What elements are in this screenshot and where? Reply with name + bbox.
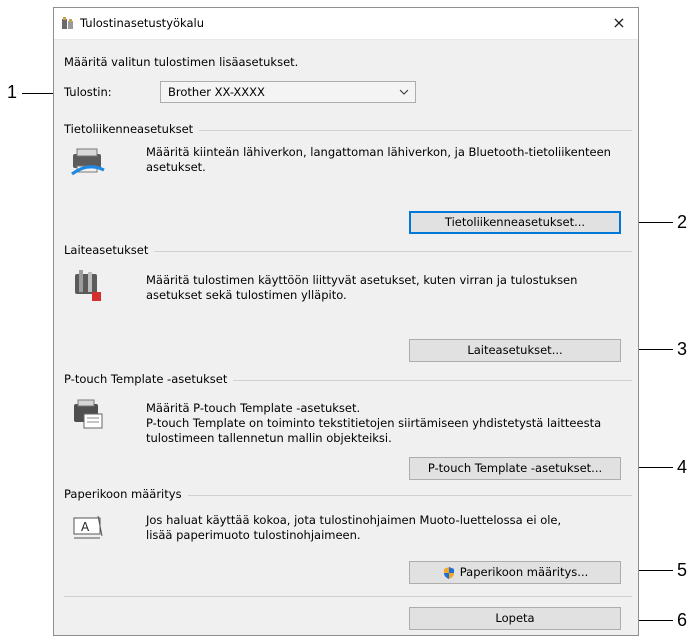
- device-tools-icon: [75, 270, 101, 301]
- paper-desc-line-2: lisää paperimuoto tulostinohjaimeen.: [146, 528, 361, 542]
- printer-settings-window: Tulostinasetustyökalu × Määritä valitun …: [53, 7, 639, 636]
- device-settings-button-label: Laiteasetukset...: [467, 343, 563, 357]
- svg-text:A: A: [81, 520, 90, 534]
- title-bar: Tulostinasetustyökalu ×: [54, 8, 638, 40]
- device-description: Määritä tulostimen käyttöön liittyvät as…: [146, 273, 577, 303]
- printer-select[interactable]: Brother XX-XXXX: [160, 81, 416, 103]
- network-desc-line-2: asetukset.: [146, 160, 206, 174]
- template-settings-button[interactable]: P-touch Template -asetukset...: [409, 457, 621, 480]
- device-desc-line-2: asetukset sekä tulostimen ylläpito.: [146, 288, 347, 302]
- paper-group-title: Paperikoon määritys: [58, 487, 188, 501]
- intro-text: Määritä valitun tulostimen lisäasetukset…: [64, 55, 299, 69]
- template-description: Määritä P-touch Template -asetukset. P-t…: [146, 401, 601, 446]
- network-group-title: Tietoliikenneasetukset: [58, 122, 200, 136]
- device-group-title: Laiteasetukset: [58, 243, 155, 257]
- paper-description: Jos haluat käyttää kokoa, jota tulostino…: [146, 513, 561, 543]
- network-desc-line-1: Määritä kiinteän lähiverkon, langattoman…: [146, 145, 611, 159]
- printer-label: Tulostin:: [64, 85, 112, 99]
- admin-shield-icon: [443, 566, 454, 579]
- network-description: Määritä kiinteän lähiverkon, langattoman…: [146, 145, 611, 175]
- printer-select-value: Brother XX-XXXX: [168, 85, 265, 99]
- template-printer-icon: [74, 399, 103, 429]
- close-button[interactable]: ×: [608, 12, 630, 34]
- paper-size-icon: A: [73, 515, 103, 539]
- template-desc-line-3: tulostimeen tallennetun mallin objekteik…: [146, 431, 392, 445]
- exit-button[interactable]: Lopeta: [409, 607, 621, 630]
- callout-6: 6: [677, 610, 688, 630]
- window-title: Tulostinasetustyökalu: [80, 16, 205, 30]
- template-settings-button-label: P-touch Template -asetukset...: [427, 461, 603, 475]
- paper-desc-line-1: Jos haluat käyttää kokoa, jota tulostino…: [146, 513, 562, 527]
- callout-5: 5: [677, 560, 688, 580]
- template-desc-line-2: P-touch Template on toiminto tekstitieto…: [146, 416, 602, 430]
- network-settings-button-label: Tietoliikenneasetukset...: [444, 215, 586, 229]
- printer-tool-icon: [62, 17, 73, 29]
- paper-size-button[interactable]: Paperikoon määritys...: [409, 561, 621, 584]
- network-printer-icon: [71, 148, 105, 176]
- callout-2: 2: [677, 212, 688, 232]
- device-settings-button[interactable]: Laiteasetukset...: [409, 339, 621, 362]
- exit-button-label: Lopeta: [495, 611, 535, 625]
- template-desc-line-1: Määritä P-touch Template -asetukset.: [146, 401, 361, 415]
- chevron-down-icon: [399, 89, 409, 95]
- network-settings-button[interactable]: Tietoliikenneasetukset...: [409, 211, 621, 234]
- paper-size-button-label: Paperikoon määritys...: [459, 565, 589, 579]
- device-desc-line-1: Määritä tulostimen käyttöön liittyvät as…: [146, 273, 578, 287]
- callout-3: 3: [677, 339, 688, 359]
- callout-4: 4: [677, 457, 688, 477]
- template-group-title: P-touch Template -asetukset: [58, 372, 234, 386]
- callout-1: 1: [7, 82, 18, 102]
- bottom-separator: [64, 596, 632, 597]
